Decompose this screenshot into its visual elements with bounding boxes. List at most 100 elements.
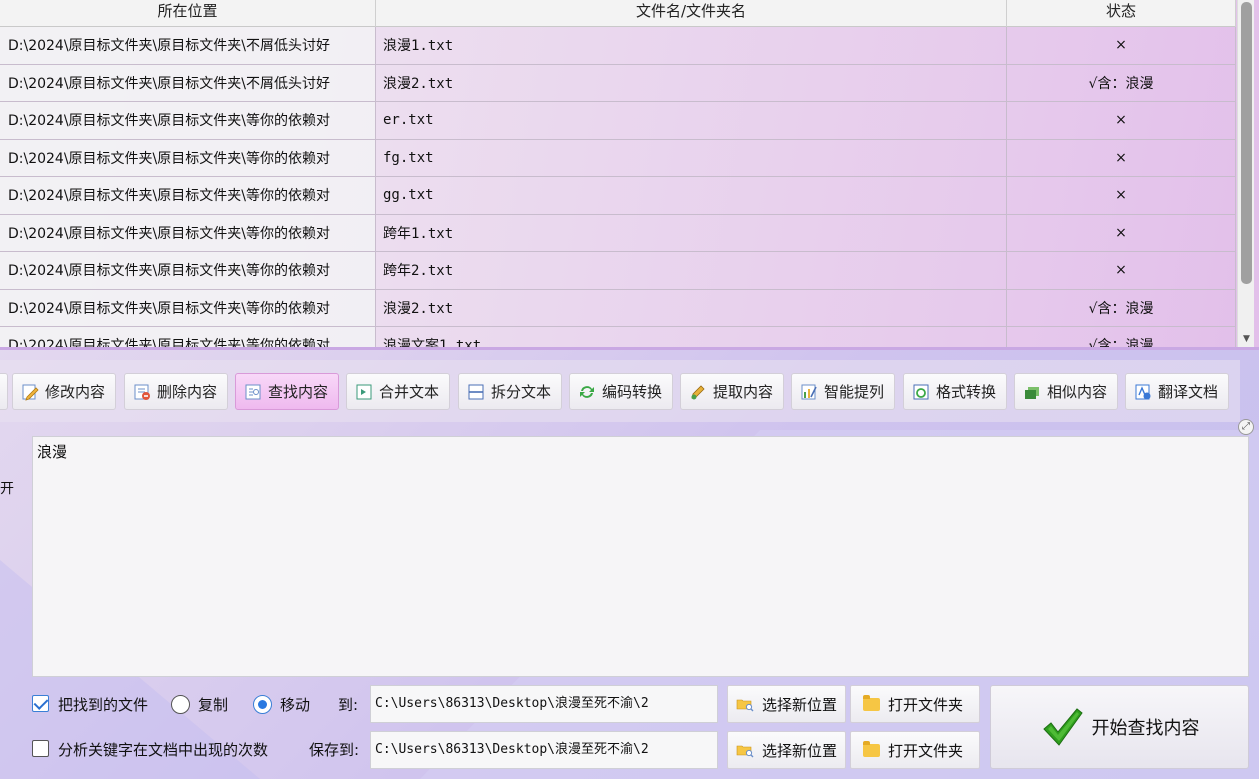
- cell-status: ×: [1007, 139, 1236, 176]
- table-vertical-scrollbar[interactable]: ▼: [1237, 0, 1254, 347]
- function-toolbar: 修改内容 删除内容 查找内容 合并文本 拆分文本 编码转换 提取内容 智能提列 …: [0, 360, 1240, 422]
- cell-status: ×: [1007, 214, 1236, 251]
- move-found-files-checkbox[interactable]: [32, 695, 49, 712]
- scrollbar-thumb[interactable]: [1241, 2, 1252, 284]
- toolbar-partial-button[interactable]: [0, 373, 8, 410]
- header-filename[interactable]: 文件名/文件夹名: [376, 0, 1007, 27]
- start-find-button[interactable]: 开始查找内容: [990, 685, 1249, 769]
- cell-status: ×: [1007, 177, 1236, 214]
- table-row[interactable]: D:\2024\原目标文件夹\原目标文件夹\等你的依赖对 er.txt ×: [0, 102, 1236, 140]
- find-doc-icon: [244, 383, 262, 401]
- cell-filename: gg.txt: [376, 177, 1007, 214]
- cell-location: D:\2024\原目标文件夹\原目标文件夹\等你的依赖对: [0, 139, 376, 176]
- button-label: 编码转换: [602, 383, 663, 401]
- target-path-field[interactable]: C:\Users\86313\Desktop\浪漫至死不渝\2: [370, 685, 718, 723]
- modify-content-button[interactable]: 修改内容: [12, 373, 117, 410]
- translate-document-button[interactable]: 翻译文档: [1125, 373, 1230, 410]
- button-label: 拆分文本: [491, 383, 552, 401]
- folder-search-icon: [736, 741, 754, 759]
- merge-text-button[interactable]: 合并文本: [346, 373, 451, 410]
- cell-status: ×: [1007, 102, 1236, 139]
- header-status[interactable]: 状态: [1007, 0, 1236, 27]
- table-row[interactable]: D:\2024\原目标文件夹\原目标文件夹\不屑低头讨好 浪漫2.txt √含：…: [0, 64, 1236, 102]
- translate-doc-icon: [1134, 383, 1152, 401]
- move-label: 移动: [280, 696, 311, 714]
- merge-doc-icon: [355, 383, 373, 401]
- pen-extract-icon: [689, 383, 707, 401]
- button-label: 提取内容: [713, 383, 774, 401]
- cell-location: D:\2024\原目标文件夹\原目标文件夹\等你的依赖对: [0, 252, 376, 289]
- button-label: 打开文件夹: [888, 741, 964, 760]
- file-results-table: 所在位置 文件名/文件夹名 状态 D:\2024\原目标文件夹\原目标文件夹\不…: [0, 0, 1259, 347]
- move-radio[interactable]: [253, 695, 272, 714]
- choose-new-location-button-2[interactable]: 选择新位置: [727, 731, 846, 769]
- scroll-down-arrow-icon[interactable]: ▼: [1238, 333, 1255, 345]
- keyword-textarea[interactable]: 浪漫: [32, 436, 1249, 677]
- cell-location: D:\2024\原目标文件夹\原目标文件夹\等你的依赖对: [0, 177, 376, 214]
- table-row[interactable]: D:\2024\原目标文件夹\原目标文件夹\等你的依赖对 浪漫文案1.txt √…: [0, 327, 1236, 347]
- analyze-keyword-count-label: 分析关键字在文档中出现的次数: [58, 741, 269, 759]
- smart-column-button[interactable]: 智能提列: [791, 373, 896, 410]
- open-folder-button[interactable]: 打开文件夹: [850, 685, 980, 723]
- button-label: 相似内容: [1047, 383, 1108, 401]
- copy-radio[interactable]: [171, 695, 190, 714]
- button-label: 删除内容: [157, 383, 218, 401]
- extract-content-button[interactable]: 提取内容: [680, 373, 785, 410]
- table-divider: [0, 347, 1259, 350]
- table-row[interactable]: D:\2024\原目标文件夹\原目标文件夹\不屑低头讨好 浪漫1.txt ×: [0, 27, 1236, 65]
- panel-resize-grip-icon[interactable]: ⤢: [1238, 419, 1254, 435]
- format-convert-button[interactable]: 格式转换: [903, 373, 1008, 410]
- split-text-button[interactable]: 拆分文本: [458, 373, 563, 410]
- encoding-convert-button[interactable]: 编码转换: [569, 373, 674, 410]
- refresh-arrows-icon: [578, 383, 596, 401]
- folder-search-icon: [736, 695, 754, 713]
- cell-filename: er.txt: [376, 102, 1007, 139]
- stack-cards-icon: [1023, 383, 1041, 401]
- button-label: 选择新位置: [762, 741, 838, 760]
- save-to-label: 保存到:: [309, 741, 360, 759]
- chart-column-icon: [800, 383, 818, 401]
- find-content-button[interactable]: 查找内容: [235, 373, 340, 410]
- save-path-field[interactable]: C:\Users\86313\Desktop\浪漫至死不渝\2: [370, 731, 718, 769]
- cell-status: √含：浪漫: [1007, 64, 1236, 101]
- button-label: 选择新位置: [762, 695, 838, 714]
- cell-status: ×: [1007, 27, 1236, 64]
- analyze-keyword-count-checkbox[interactable]: [32, 740, 49, 757]
- cell-location: D:\2024\原目标文件夹\原目标文件夹\不屑低头讨好: [0, 64, 376, 101]
- side-label: 开: [0, 481, 14, 497]
- cell-status: √含：浪漫: [1007, 327, 1236, 347]
- table-row[interactable]: D:\2024\原目标文件夹\原目标文件夹\等你的依赖对 浪漫2.txt √含：…: [0, 289, 1236, 327]
- table-row[interactable]: D:\2024\原目标文件夹\原目标文件夹\等你的依赖对 跨年2.txt ×: [0, 252, 1236, 290]
- header-location[interactable]: 所在位置: [0, 0, 376, 27]
- similar-content-button[interactable]: 相似内容: [1014, 373, 1119, 410]
- button-label: 合并文本: [379, 383, 440, 401]
- cell-filename: 跨年1.txt: [376, 214, 1007, 251]
- cell-filename: 浪漫文案1.txt: [376, 327, 1007, 347]
- cell-location: D:\2024\原目标文件夹\原目标文件夹\不屑低头讨好: [0, 27, 376, 64]
- green-check-icon: [1042, 708, 1083, 746]
- button-label: 查找内容: [268, 383, 329, 401]
- button-label: 翻译文档: [1158, 383, 1219, 401]
- convert-doc-icon: [912, 383, 930, 401]
- open-folder-button-2[interactable]: 打开文件夹: [850, 731, 980, 769]
- start-button-label: 开始查找内容: [1091, 718, 1200, 739]
- cell-filename: 浪漫1.txt: [376, 27, 1007, 64]
- cell-filename: 浪漫2.txt: [376, 64, 1007, 101]
- button-label: 智能提列: [824, 383, 885, 401]
- table-row[interactable]: D:\2024\原目标文件夹\原目标文件夹\等你的依赖对 跨年1.txt ×: [0, 214, 1236, 252]
- cell-filename: 跨年2.txt: [376, 252, 1007, 289]
- table-row[interactable]: D:\2024\原目标文件夹\原目标文件夹\等你的依赖对 fg.txt ×: [0, 139, 1236, 177]
- edit-doc-icon: [21, 383, 39, 401]
- cell-filename: 浪漫2.txt: [376, 289, 1007, 326]
- choose-new-location-button[interactable]: 选择新位置: [727, 685, 846, 723]
- cell-status: √含：浪漫: [1007, 289, 1236, 326]
- table-header: 所在位置 文件名/文件夹名 状态: [0, 0, 1236, 27]
- delete-content-button[interactable]: 删除内容: [124, 373, 229, 410]
- folder-icon: [863, 740, 880, 757]
- table-row[interactable]: D:\2024\原目标文件夹\原目标文件夹\等你的依赖对 gg.txt ×: [0, 177, 1236, 215]
- button-label: 格式转换: [936, 383, 997, 401]
- cell-location: D:\2024\原目标文件夹\原目标文件夹\等你的依赖对: [0, 289, 376, 326]
- copy-label: 复制: [198, 696, 229, 714]
- cell-filename: fg.txt: [376, 139, 1007, 176]
- cell-location: D:\2024\原目标文件夹\原目标文件夹\等你的依赖对: [0, 327, 376, 347]
